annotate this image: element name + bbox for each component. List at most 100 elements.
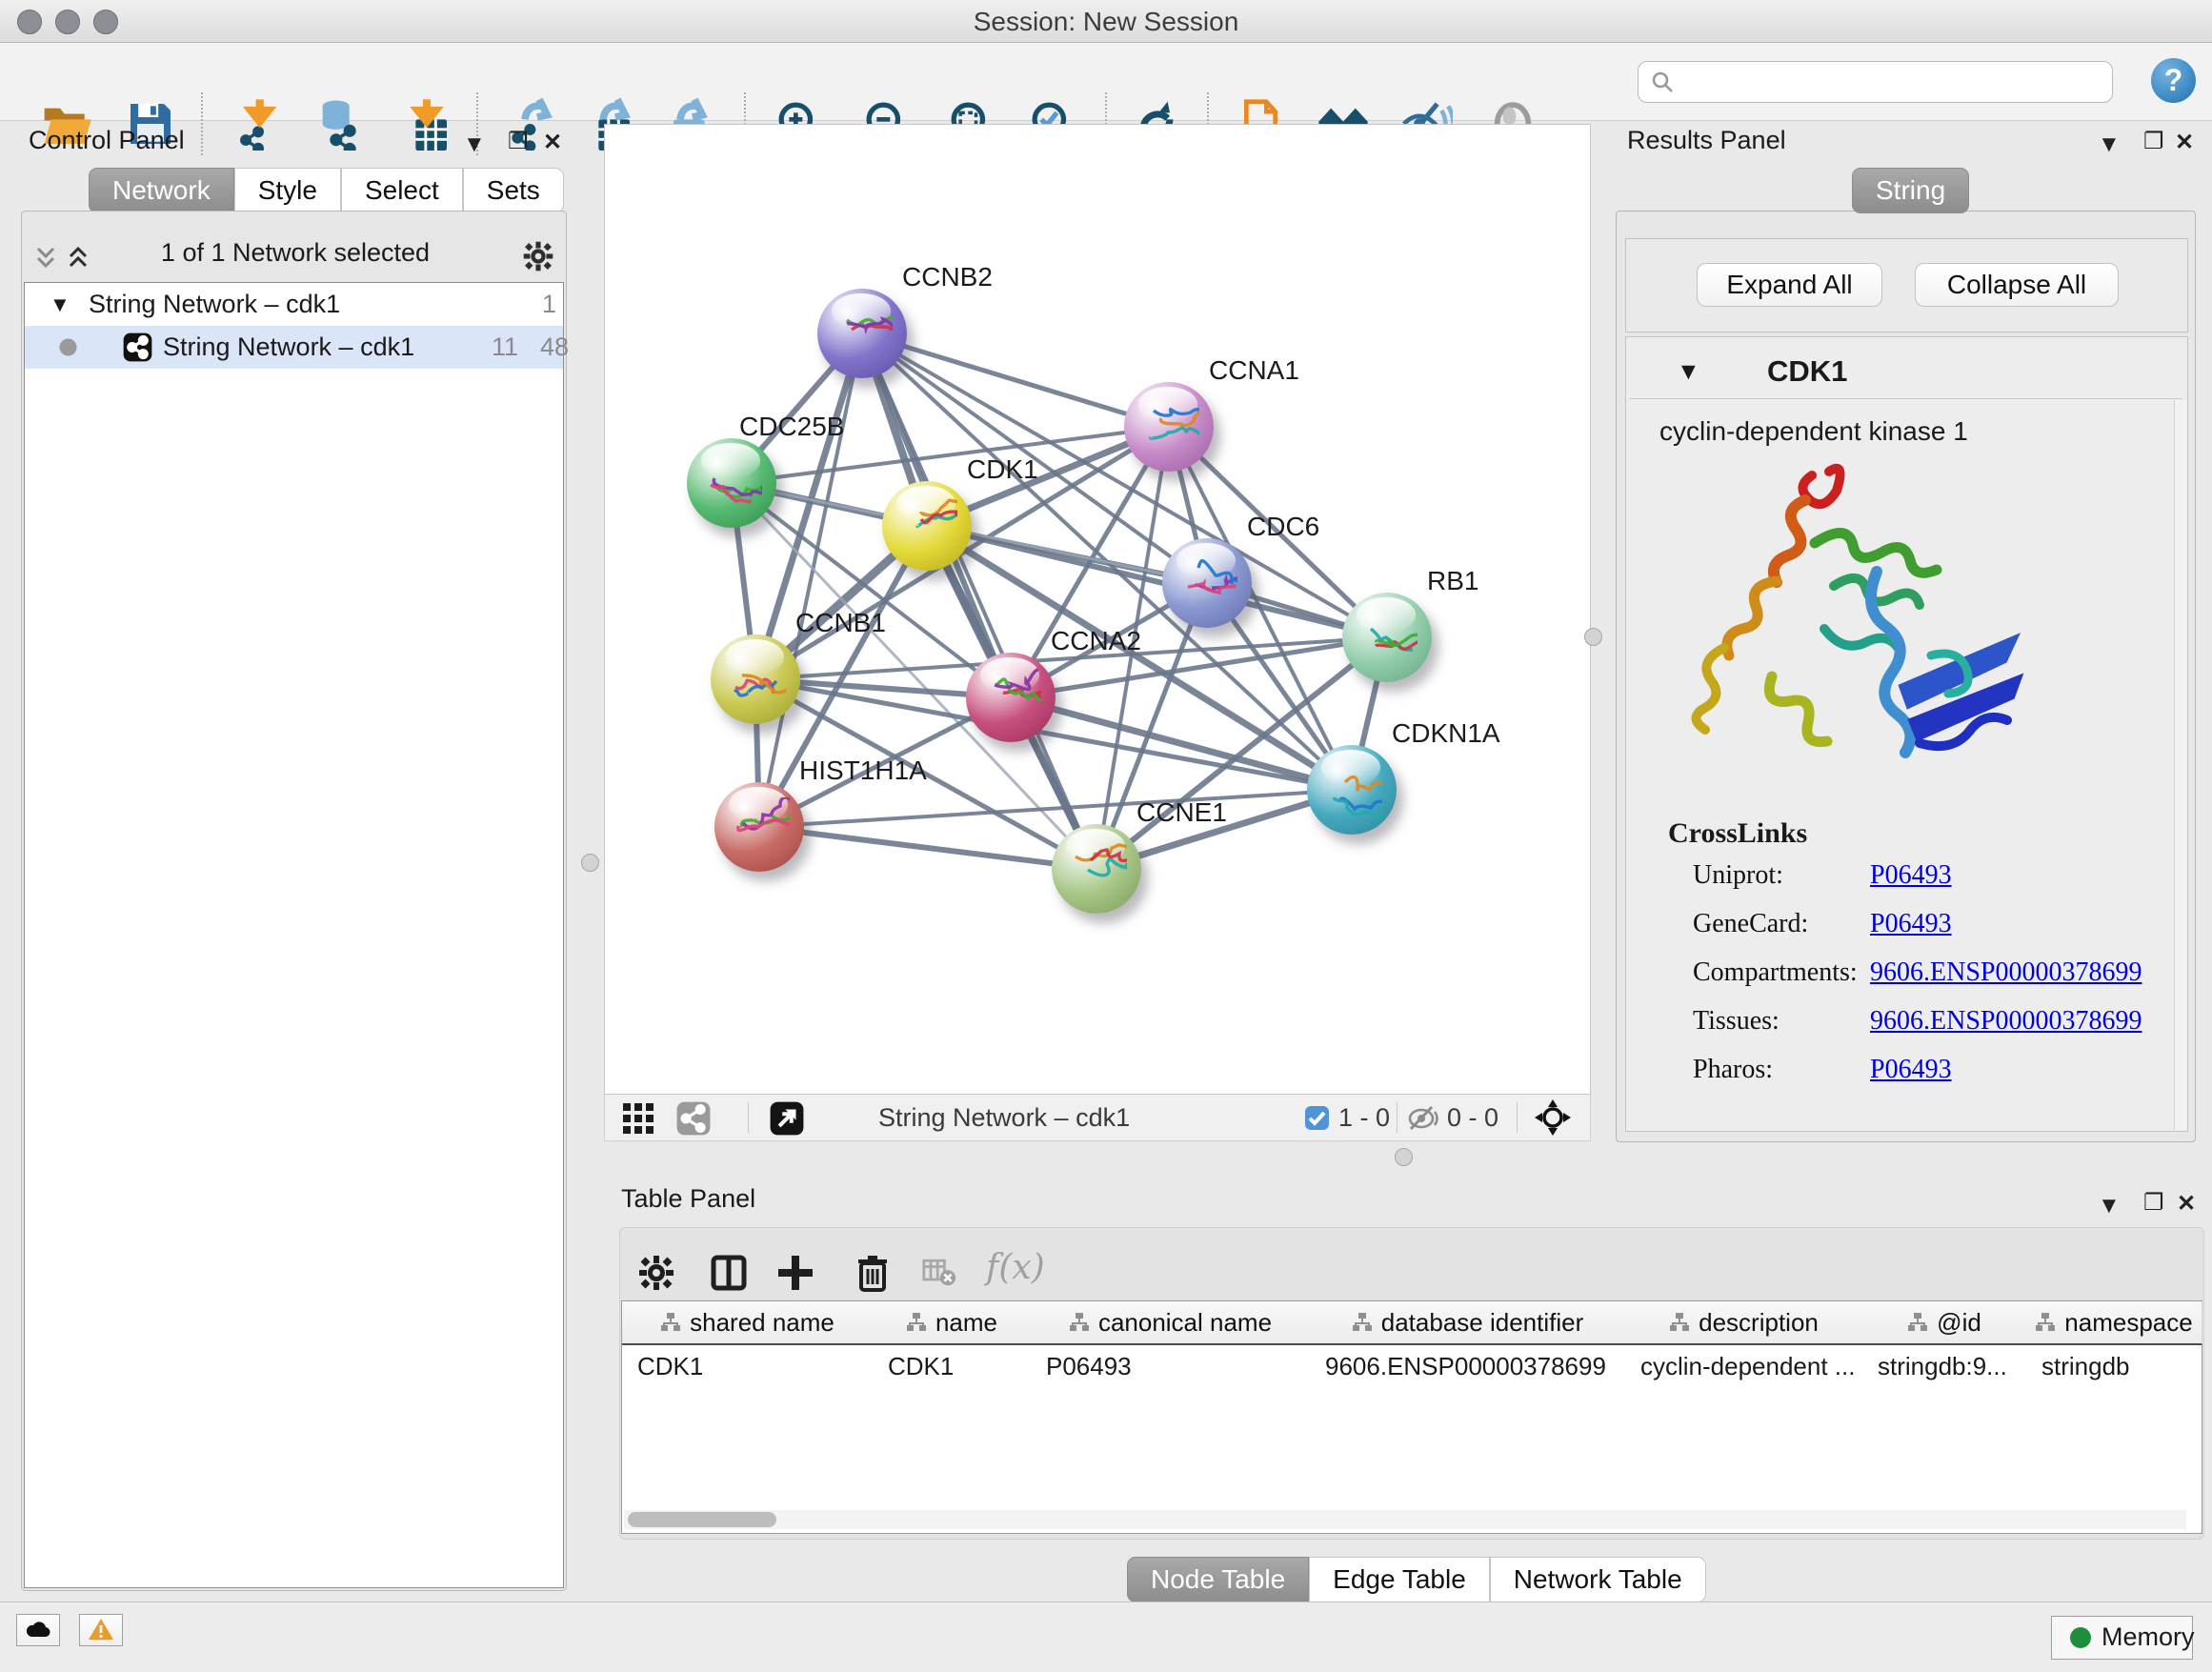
- protein-structure-thumbnail: [830, 304, 893, 363]
- network-node-cdc6[interactable]: [1162, 538, 1252, 628]
- column-header-canonicalname[interactable]: canonical name: [1031, 1301, 1311, 1345]
- column-header-sharedname[interactable]: shared name: [622, 1301, 874, 1345]
- add-column-icon[interactable]: [776, 1254, 814, 1292]
- crosslink-compartments[interactable]: 9606.ENSP00000378699: [1870, 957, 2142, 988]
- table-panel-close-icon[interactable]: ✕: [2177, 1190, 2196, 1218]
- table-splitter-handle[interactable]: [1395, 1148, 1413, 1166]
- tree-expander-icon[interactable]: ▼: [50, 283, 70, 326]
- network-edge[interactable]: [862, 333, 1096, 869]
- delete-column-icon[interactable]: [854, 1254, 892, 1292]
- node-label-ccnb2: CCNB2: [902, 262, 993, 292]
- table-cell[interactable]: stringdb: [2026, 1345, 2202, 1387]
- crosslink-uniprot[interactable]: P06493: [1870, 860, 1952, 891]
- tab-edge-table[interactable]: Edge Table: [1309, 1557, 1490, 1602]
- table-hscrollbar-thumb[interactable]: [628, 1512, 776, 1527]
- network-options-gear-icon[interactable]: [522, 240, 554, 272]
- collapse-all-button[interactable]: Collapse All: [1915, 263, 2119, 307]
- control-panel-collapse-icon[interactable]: ▼: [463, 131, 486, 158]
- string-app-icon: [123, 332, 152, 362]
- collapse-all-networks-icon[interactable]: [34, 246, 57, 271]
- table-cell[interactable]: CDK1: [873, 1345, 1031, 1387]
- network-tree-row[interactable]: String Network – cdk1 11 48: [25, 326, 563, 369]
- network-node-cdc25b[interactable]: [687, 438, 776, 528]
- column-header-name[interactable]: name: [873, 1301, 1032, 1345]
- table-cell[interactable]: stringdb:9...: [1862, 1345, 2026, 1387]
- network-edge[interactable]: [927, 526, 1387, 637]
- right-splitter-handle[interactable]: [1584, 628, 1602, 646]
- left-splitter-handle[interactable]: [581, 854, 599, 872]
- crosslink-pharos[interactable]: P06493: [1870, 1055, 1952, 1085]
- current-network-bullet: [59, 338, 77, 356]
- network-edge[interactable]: [759, 827, 1096, 869]
- table-panel-float-icon[interactable]: ❐: [2143, 1189, 2164, 1217]
- results-panel-float-icon[interactable]: ❐: [2143, 128, 2164, 155]
- cloud-status-button[interactable]: [16, 1614, 60, 1646]
- import-network-from-file-icon[interactable]: [229, 97, 282, 151]
- node-label-ccnb1: CCNB1: [795, 608, 886, 638]
- results-panel-collapse-icon[interactable]: ▼: [2098, 131, 2121, 158]
- network-view-icon[interactable]: [675, 1100, 712, 1137]
- network-node-ccne1[interactable]: [1052, 824, 1141, 914]
- crosslink-tissues[interactable]: 9606.ENSP00000378699: [1870, 1006, 2142, 1037]
- search-input[interactable]: [1638, 61, 2113, 103]
- column-header-databaseidentifier[interactable]: database identifier: [1310, 1301, 1626, 1345]
- warning-status-button[interactable]: [79, 1614, 123, 1646]
- import-network-from-database-icon[interactable]: [312, 97, 365, 151]
- tab-string[interactable]: String: [1852, 168, 1969, 213]
- help-button[interactable]: ?: [2151, 58, 2196, 103]
- control-panel-close-icon[interactable]: ✕: [543, 129, 562, 156]
- tab-network-table[interactable]: Network Table: [1490, 1557, 1706, 1602]
- network-edge[interactable]: [862, 333, 1169, 427]
- tab-network[interactable]: Network: [89, 168, 234, 213]
- tab-style[interactable]: Style: [234, 168, 341, 213]
- netbar-separator2: [1397, 1102, 1398, 1133]
- fit-selected-crosshair-icon[interactable]: [1534, 1098, 1572, 1137]
- gene-collapse-icon[interactable]: ▼: [1677, 358, 1700, 386]
- table-cell[interactable]: 9606.ENSP00000378699: [1310, 1345, 1625, 1387]
- network-node-ccna2[interactable]: [966, 653, 1056, 742]
- expand-all-button[interactable]: Expand All: [1697, 263, 1882, 307]
- import-table-from-file-icon[interactable]: [400, 97, 453, 151]
- protein-structure-thumbnail: [1175, 554, 1237, 613]
- results-panel-title: Results Panel: [1627, 126, 1786, 155]
- collection-count: 1: [520, 283, 556, 326]
- protein-structure-thumbnail: [727, 797, 790, 856]
- grid-view-icon[interactable]: [622, 1102, 654, 1135]
- network-node-cdkn1a[interactable]: [1307, 745, 1397, 835]
- expand-all-networks-icon[interactable]: [67, 246, 90, 271]
- birds-eye-view-icon[interactable]: [769, 1100, 805, 1137]
- table-panel-collapse-icon[interactable]: ▼: [2098, 1193, 2121, 1219]
- network-node-ccna1[interactable]: [1124, 382, 1214, 472]
- memory-button[interactable]: Memory: [2051, 1616, 2193, 1660]
- column-header-description[interactable]: description: [1625, 1301, 1863, 1345]
- tab-node-table[interactable]: Node Table: [1127, 1557, 1309, 1602]
- column-header-id[interactable]: @id: [1862, 1301, 2027, 1345]
- column-header-namespace[interactable]: namespace: [2026, 1301, 2202, 1345]
- network-canvas[interactable]: CCNB2 CCNA1 CDC25B CDK1 CDC6 RB1 CCNB1 C…: [604, 124, 1591, 1096]
- crosslink-genecard[interactable]: P06493: [1870, 909, 1952, 939]
- network-node-ccnb1[interactable]: [711, 635, 800, 724]
- results-panel-close-icon[interactable]: ✕: [2175, 129, 2194, 156]
- crosslinks-title: CrossLinks: [1668, 817, 1807, 850]
- protein-structure-image: [1681, 457, 2034, 791]
- selected-nodes-checkbox-icon[interactable]: [1304, 1105, 1330, 1131]
- control-panel-float-icon[interactable]: ❐: [508, 128, 529, 155]
- selected-count-label: 1 - 0: [1338, 1095, 1390, 1140]
- network-edge[interactable]: [759, 333, 862, 827]
- table-cell[interactable]: CDK1: [622, 1345, 873, 1387]
- table-options-gear-icon[interactable]: [637, 1254, 675, 1292]
- network-edge[interactable]: [759, 790, 1352, 827]
- memory-status-dot: [2069, 1626, 2092, 1649]
- network-node-cdk1[interactable]: [882, 481, 972, 571]
- table-cell[interactable]: P06493: [1031, 1345, 1310, 1387]
- table-hscrollbar[interactable]: [624, 1510, 2186, 1529]
- show-columns-icon[interactable]: [710, 1254, 748, 1292]
- tab-sets[interactable]: Sets: [463, 168, 564, 213]
- table-cell[interactable]: cyclin-dependent ...: [1625, 1345, 1862, 1387]
- network-node-hist1h1a[interactable]: [714, 782, 804, 872]
- tab-select[interactable]: Select: [341, 168, 463, 213]
- network-tree-row[interactable]: ▼ String Network – cdk1 1: [25, 283, 563, 326]
- results-scrollbar[interactable]: [2174, 400, 2187, 1130]
- network-node-rb1[interactable]: [1342, 593, 1432, 682]
- network-node-ccnb2[interactable]: [817, 289, 907, 378]
